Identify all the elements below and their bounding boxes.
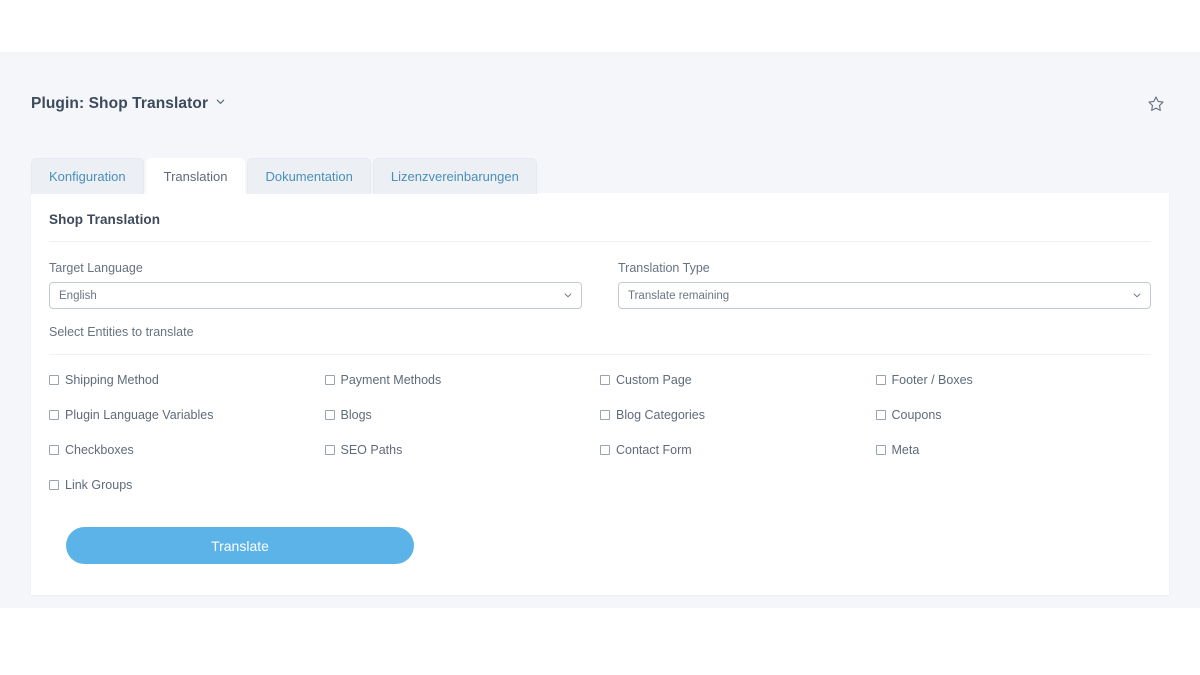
page-shell: Plugin: Shop Translator Konfiguration Tr…: [0, 52, 1200, 608]
translation-type-select[interactable]: Translate remaining: [618, 282, 1151, 309]
checkbox-label: Custom Page: [616, 373, 692, 387]
checkbox-label: Coupons: [891, 408, 942, 422]
checkbox-label: SEO Paths: [340, 443, 403, 457]
page-title: Plugin: Shop Translator: [31, 95, 209, 112]
checkbox-checkboxes[interactable]: Checkboxes: [49, 443, 325, 457]
translation-type-field: Translation Type Translate remaining: [618, 261, 1151, 309]
checkbox-label: Plugin Language Variables: [65, 408, 214, 422]
checkbox-footer-boxes[interactable]: Footer / Boxes: [875, 373, 1152, 387]
top-white-strip: [0, 0, 1200, 52]
checkbox-label: Checkboxes: [65, 443, 134, 457]
translate-button[interactable]: Translate: [66, 527, 414, 564]
checkbox-seo-paths[interactable]: SEO Paths: [324, 443, 601, 457]
translation-panel: Shop Translation Target Language English: [31, 193, 1169, 595]
checkbox-box-icon[interactable]: [49, 445, 59, 455]
target-language-select[interactable]: English: [49, 282, 582, 309]
tab-dokumentation[interactable]: Dokumentation: [247, 158, 371, 194]
checkbox-box-icon[interactable]: [600, 445, 610, 455]
tab-konfiguration[interactable]: Konfiguration: [31, 158, 144, 194]
entities-checkbox-grid: Shipping Method Payment Methods Custom P…: [49, 355, 1151, 492]
tab-label: Translation: [163, 169, 228, 184]
checkbox-box-icon[interactable]: [875, 445, 886, 455]
chevron-down-icon[interactable]: [215, 96, 226, 107]
checkbox-label: Payment Methods: [340, 373, 442, 387]
page-header: Plugin: Shop Translator: [0, 52, 1200, 156]
tab-label: Lizenzvereinbarungen: [390, 169, 519, 184]
favorite-star-icon[interactable]: [1143, 91, 1169, 117]
checkbox-box-icon[interactable]: [49, 375, 59, 385]
checkbox-label: Contact Form: [616, 443, 692, 457]
tab-translation[interactable]: Translation: [145, 158, 246, 194]
checkbox-label: Footer / Boxes: [891, 373, 973, 387]
tab-label: Konfiguration: [49, 169, 126, 184]
checkbox-box-icon[interactable]: [49, 480, 59, 490]
checkbox-blogs[interactable]: Blogs: [324, 408, 601, 422]
page-title-group[interactable]: Plugin: Shop Translator: [31, 95, 226, 113]
tab-label: Dokumentation: [265, 169, 353, 184]
checkbox-box-icon[interactable]: [875, 410, 886, 420]
checkbox-box-icon[interactable]: [600, 410, 610, 420]
checkbox-label: Meta: [891, 443, 920, 457]
checkbox-label: Link Groups: [65, 478, 133, 492]
checkbox-box-icon[interactable]: [324, 375, 335, 385]
checkbox-custom-page[interactable]: Custom Page: [600, 373, 876, 387]
checkbox-box-icon[interactable]: [600, 375, 610, 385]
tab-lizenzvereinbarungen[interactable]: Lizenzvereinbarungen: [372, 158, 537, 194]
entities-section-label: Select Entities to translate: [49, 325, 194, 339]
checkbox-label: Blogs: [340, 408, 372, 422]
submit-row: Translate: [49, 492, 1151, 564]
checkbox-shipping-method[interactable]: Shipping Method: [49, 373, 325, 387]
translation-type-label: Translation Type: [618, 261, 710, 275]
checkbox-blog-categories[interactable]: Blog Categories: [600, 408, 876, 422]
checkbox-contact-form[interactable]: Contact Form: [600, 443, 876, 457]
target-language-label: Target Language: [49, 261, 143, 275]
checkbox-label: Shipping Method: [65, 373, 159, 387]
checkbox-coupons[interactable]: Coupons: [875, 408, 1152, 422]
checkbox-box-icon[interactable]: [875, 375, 886, 385]
target-language-field: Target Language English: [49, 261, 582, 309]
checkbox-plugin-language-variables[interactable]: Plugin Language Variables: [49, 408, 325, 422]
translation-type-value: Translate remaining: [628, 289, 730, 302]
checkbox-box-icon[interactable]: [324, 445, 335, 455]
target-language-value: English: [59, 289, 97, 302]
tab-bar: Konfiguration Translation Dokumentation …: [0, 156, 1200, 194]
checkbox-label: Blog Categories: [616, 408, 705, 422]
checkbox-payment-methods[interactable]: Payment Methods: [324, 373, 601, 387]
checkbox-link-groups[interactable]: Link Groups: [49, 478, 325, 492]
form-fields-row: Target Language English Translation Type: [49, 242, 1151, 309]
checkbox-meta[interactable]: Meta: [875, 443, 1152, 457]
panel-title: Shop Translation: [49, 212, 161, 227]
checkbox-box-icon[interactable]: [324, 410, 335, 420]
checkbox-box-icon[interactable]: [49, 410, 59, 420]
target-language-select-shell: English: [49, 282, 582, 309]
translation-type-select-shell: Translate remaining: [618, 282, 1151, 309]
